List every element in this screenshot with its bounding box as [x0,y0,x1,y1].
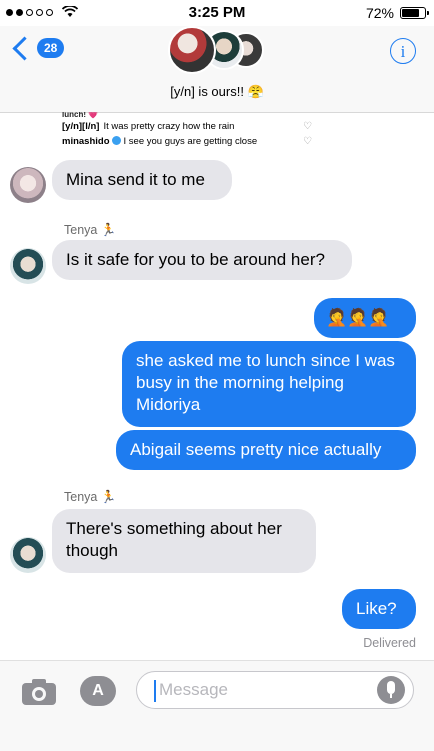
comment-text: I see you guys are getting close [123,136,258,147]
comment-username: [y/n][l/n] [62,121,100,132]
microphone-icon [387,681,395,694]
avatar[interactable] [10,537,46,573]
battery-percent: 72% [365,5,394,21]
info-button[interactable]: i [390,38,416,64]
avatar[interactable] [10,167,46,203]
message-bubble-incoming[interactable]: There's something about her though [52,509,316,573]
chevron-left-icon [12,35,37,61]
message-bubble-incoming[interactable]: Mina send it to me [52,160,232,200]
avatar[interactable] [10,248,46,284]
avatar [168,26,216,74]
heart-icon: ♡ [303,136,312,147]
status-bar: 3:25 PM 72% [0,0,434,26]
camera-button[interactable] [22,677,56,705]
snippet-comment-row: minashido I see you guys are getting clos… [62,134,312,149]
text-cursor [154,680,156,702]
app-store-button[interactable]: A [80,676,116,706]
message-bubble-outgoing[interactable]: Abigail seems pretty nice actually [116,430,416,470]
back-button[interactable]: 28 [12,35,65,61]
snippet-cut-text: lunch! 💗 [62,112,99,119]
comment-text: It was pretty crazy how the rain [103,121,235,132]
message-input[interactable]: Message [136,671,414,709]
microphone-button[interactable] [377,676,405,704]
message-list[interactable]: lunch! 💗 [y/n][l/n] It was pretty crazy h… [0,112,434,660]
sender-name: Tenya 🏃 [64,223,117,237]
battery-indicator: 72% [365,5,429,21]
heart-icon: ♡ [303,121,312,132]
snippet-comment-row: [y/n][l/n] It was pretty crazy how the ra… [62,119,312,134]
comment-username: minashido [62,136,110,147]
delivery-status: Delivered [363,636,416,650]
message-bubble-outgoing[interactable]: 🤦🤦🤦 [314,298,416,338]
group-avatars[interactable] [168,26,268,76]
conversation-title[interactable]: [y/n] is ours!! 😤 [0,84,434,100]
compose-bar: A Message [0,660,434,751]
message-bubble-outgoing[interactable]: she asked me to lunch since I was busy i… [122,341,416,427]
conversation-header: 28 [y/n] is ours!! 😤 i [0,26,434,113]
message-placeholder: Message [159,680,228,699]
shared-post-snippet: lunch! 💗 [y/n][l/n] It was pretty crazy h… [62,112,312,149]
unread-count-badge: 28 [37,38,65,58]
sender-name: Tenya 🏃 [64,490,117,504]
battery-icon [400,7,429,19]
app-store-icon: A [92,682,104,699]
message-bubble-outgoing[interactable]: Like? [342,589,416,629]
message-bubble-incoming[interactable]: Is it safe for you to be around her? [52,240,352,280]
verified-badge-icon [111,136,121,145]
